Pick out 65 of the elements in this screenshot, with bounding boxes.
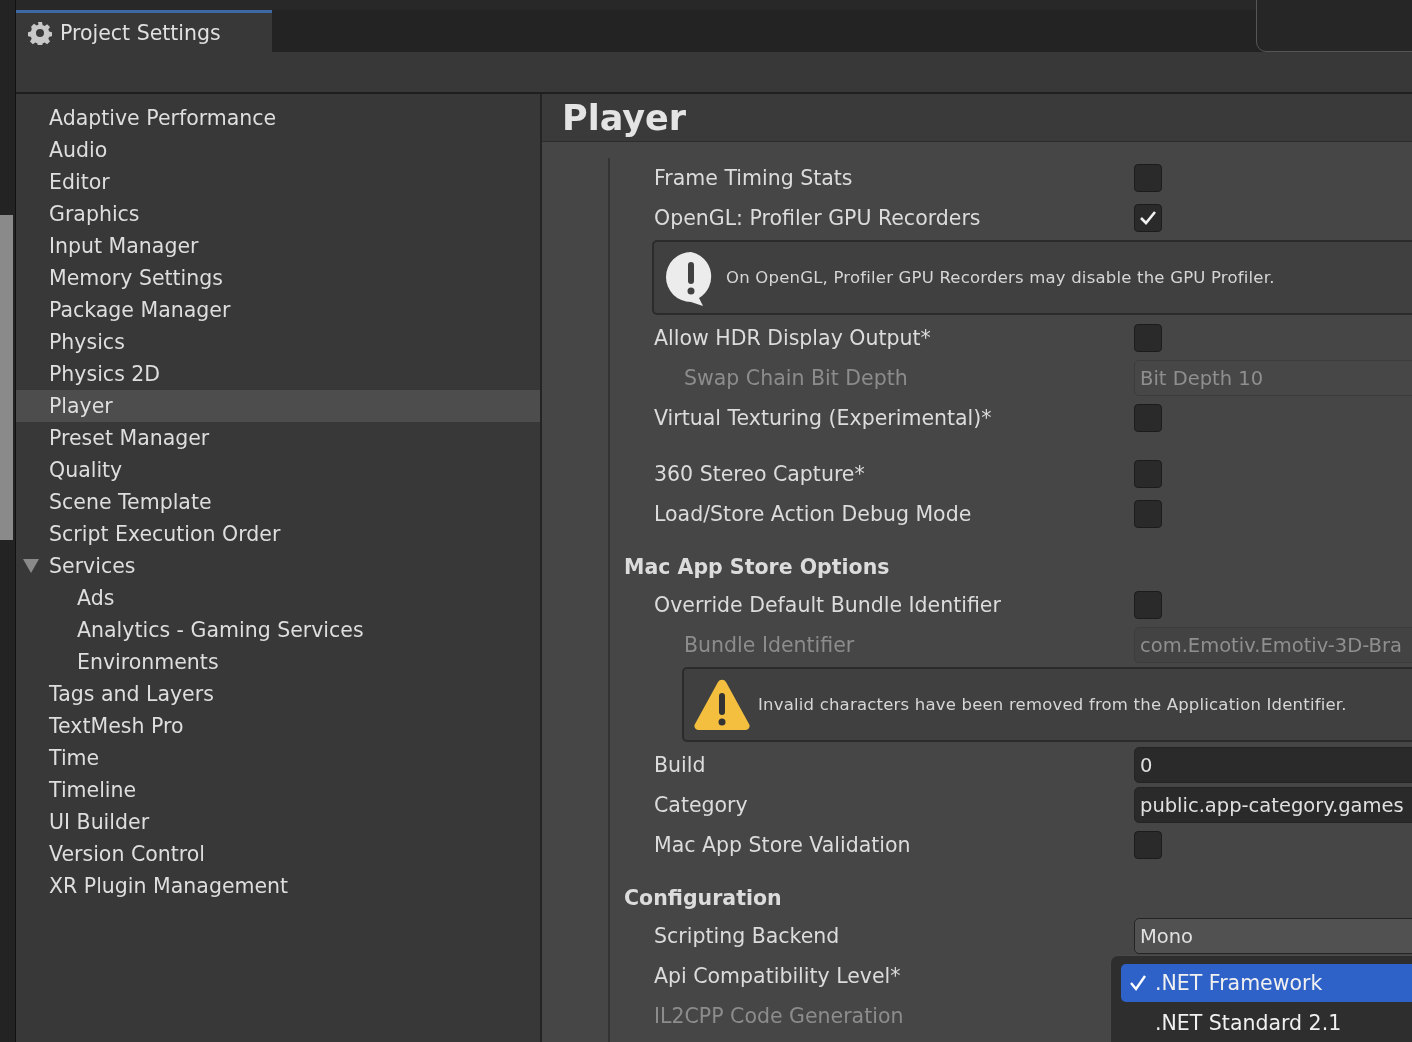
sidebar-item[interactable]: Audio	[16, 134, 540, 166]
window-tab[interactable]: Project Settings	[16, 10, 272, 52]
setting-label: Api Compatibility Level*	[654, 964, 902, 988]
setting-label: Category	[654, 793, 749, 817]
text-field[interactable]: 0	[1134, 747, 1412, 783]
sidebar-item[interactable]: Services	[16, 550, 540, 582]
help-message: On OpenGL, Profiler GPU Recorders may disable the GPU Profiler.	[726, 268, 1275, 287]
window-title: Project Settings	[60, 20, 221, 45]
checkmark-icon	[1129, 974, 1147, 992]
menu-option[interactable]: .NET Standard 2.1	[1121, 1004, 1412, 1042]
sidebar-item[interactable]: Package Manager	[16, 294, 540, 326]
expand-triangle-icon[interactable]	[23, 559, 39, 573]
checkmark-icon	[1139, 210, 1157, 226]
checkbox[interactable]	[1134, 591, 1162, 619]
sidebar-item[interactable]: Environments	[16, 646, 540, 678]
setting-label: Mac App Store Validation	[654, 833, 912, 857]
sidebar-item[interactable]: Memory Settings	[16, 262, 540, 294]
sidebar-item[interactable]: Scene Template	[16, 486, 540, 518]
sidebar-item[interactable]: Physics	[16, 326, 540, 358]
setting-label: Scripting Backend	[654, 924, 841, 948]
setting-label: Bundle Identifier	[684, 633, 856, 657]
checkbox[interactable]	[1134, 500, 1162, 528]
sidebar-item[interactable]: Version Control	[16, 838, 540, 870]
checkbox[interactable]	[1134, 404, 1162, 432]
dropdown-field[interactable]: Mono	[1134, 918, 1412, 954]
sidebar-item[interactable]: Adaptive Performance	[16, 102, 540, 134]
section-heading: Configuration	[624, 885, 782, 910]
gear-icon	[28, 20, 52, 45]
setting-label: Override Default Bundle Identifier	[654, 593, 1002, 617]
warning-icon	[694, 678, 750, 731]
sidebar-item[interactable]: Analytics - Gaming Services	[16, 614, 540, 646]
sidebar-item[interactable]: Timeline	[16, 774, 540, 806]
sidebar-item[interactable]: Script Execution Order	[16, 518, 540, 550]
sidebar-item[interactable]: Quality	[16, 454, 540, 486]
sidebar-item[interactable]: TextMesh Pro	[16, 710, 540, 742]
checkbox[interactable]	[1134, 164, 1162, 192]
sidebar-item[interactable]: Time	[16, 742, 540, 774]
setting-label: Frame Timing Stats	[654, 166, 854, 190]
section-heading: Mac App Store Options	[624, 554, 890, 579]
checkbox[interactable]	[1134, 831, 1162, 859]
setting-label: Virtual Texturing (Experimental)*	[654, 406, 993, 430]
sidebar-item[interactable]: Editor	[16, 166, 540, 198]
setting-label: OpenGL: Profiler GPU Recorders	[654, 206, 982, 230]
setting-label: Build	[654, 753, 707, 777]
sidebar-item[interactable]: Input Manager	[16, 230, 540, 262]
setting-label: 360 Stereo Capture*	[654, 462, 866, 486]
checkbox[interactable]	[1134, 460, 1162, 488]
sidebar-item[interactable]: UI Builder	[16, 806, 540, 838]
setting-label: Allow HDR Display Output*	[654, 326, 932, 350]
sidebar-item[interactable]: Player	[16, 390, 540, 422]
setting-label: Load/Store Action Debug Mode	[654, 502, 973, 526]
help-message: Invalid characters have been removed from the Application Identifier.	[758, 695, 1347, 714]
setting-label: Swap Chain Bit Depth	[684, 366, 909, 390]
menu-option[interactable]: .NET Framework	[1121, 964, 1412, 1002]
setting-label: IL2CPP Code Generation	[654, 1004, 905, 1028]
sidebar-item[interactable]: Physics 2D	[16, 358, 540, 390]
checkbox[interactable]	[1134, 324, 1162, 352]
text-field[interactable]: public.app-category.games	[1134, 787, 1412, 823]
panel-title: Player	[562, 97, 686, 138]
sidebar-item[interactable]: Tags and Layers	[16, 678, 540, 710]
checkbox[interactable]	[1134, 204, 1162, 232]
sidebar-item[interactable]: Graphics	[16, 198, 540, 230]
sidebar-item[interactable]: Ads	[16, 582, 540, 614]
sidebar-item[interactable]: Preset Manager	[16, 422, 540, 454]
sidebar-item[interactable]: XR Plugin Management	[16, 870, 540, 902]
